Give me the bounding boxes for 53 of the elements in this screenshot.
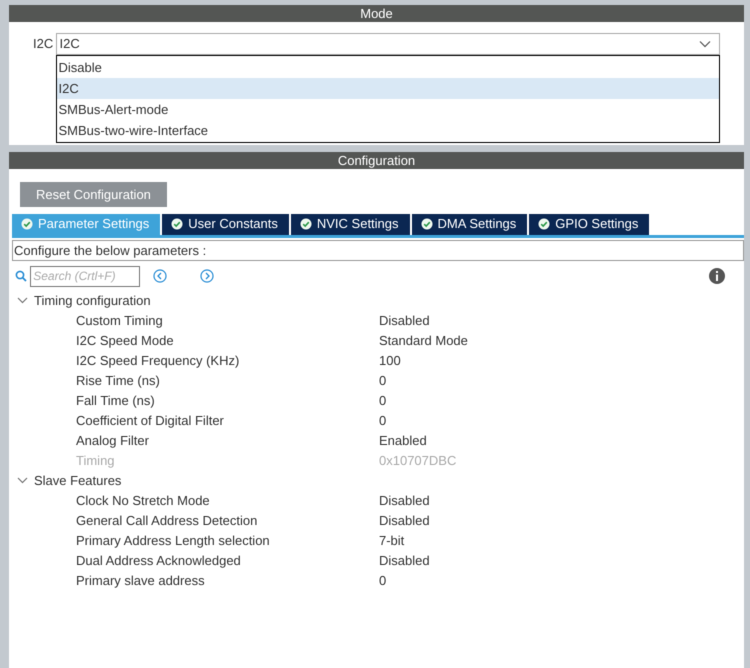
parameter-value[interactable]: Disabled	[379, 550, 430, 570]
parameter-value[interactable]: Disabled	[379, 310, 430, 330]
panel-title: Mode	[9, 5, 744, 22]
dropdown-option[interactable]: SMBus-Alert-mode	[57, 99, 719, 120]
parameter-name: Custom Timing	[76, 312, 164, 330]
previous-icon[interactable]	[153, 269, 168, 283]
field-label: I2C	[33, 35, 54, 54]
parameter-name: Primary slave address	[76, 572, 206, 590]
search-field[interactable]: Search (Crtl+F)	[30, 266, 140, 286]
parameter-value[interactable]: 0	[379, 410, 386, 430]
parameter-name: General Call Address Detection	[76, 512, 258, 530]
parameter-value[interactable]: 7-bit	[379, 530, 404, 550]
next-icon[interactable]	[200, 269, 214, 283]
parameter-value[interactable]: 100	[379, 350, 401, 370]
group-label[interactable]: Slave Features	[34, 470, 122, 490]
chevron-icon[interactable]	[17, 477, 28, 484]
parameter-name: I2C Speed Mode	[76, 332, 175, 350]
parameter-name: Primary Address Length selection	[76, 532, 271, 550]
parameter-name: Dual Address Acknowledged	[76, 552, 242, 570]
parameter-name: Fall Time (ns)	[76, 392, 156, 410]
parameter-name: Rise Time (ns)	[76, 372, 161, 390]
dropdown-option[interactable]: Disable	[57, 57, 719, 78]
tab[interactable]: NVIC Settings	[290, 214, 410, 234]
parameter-name: I2C Speed Frequency (KHz)	[76, 352, 240, 370]
parameter-value[interactable]: 0	[379, 390, 386, 410]
panel-title: Configuration	[9, 152, 744, 169]
search-icon	[15, 270, 27, 282]
check-icon	[420, 218, 433, 230]
description-text: Configure the below parameters :	[12, 240, 744, 260]
check-icon	[171, 218, 184, 230]
info-icon[interactable]	[709, 268, 725, 284]
group-label[interactable]: Timing configuration	[34, 290, 151, 310]
check-icon	[21, 218, 33, 230]
tab[interactable]: DMA Settings	[412, 214, 528, 234]
parameter-name: Clock No Stretch Mode	[76, 492, 211, 510]
parameter-value[interactable]: 0	[379, 370, 386, 390]
parameter-value[interactable]: Disabled	[379, 490, 430, 510]
chevron-icon[interactable]	[17, 297, 28, 304]
check-icon	[300, 218, 312, 230]
tab[interactable]: GPIO Settings	[529, 214, 650, 234]
caret-icon	[699, 40, 711, 48]
dropdown-option[interactable]: SMBus-two-wire-Interface	[57, 120, 719, 141]
check-icon	[538, 218, 550, 230]
parameter-name: Coefficient of Digital Filter	[76, 412, 225, 430]
parameter-name: Timing	[76, 452, 116, 470]
parameter-name: Analog Filter	[76, 432, 150, 450]
parameter-value[interactable]: 0	[379, 570, 386, 590]
parameter-value[interactable]: Enabled	[379, 430, 427, 450]
parameter-value[interactable]: Disabled	[379, 510, 430, 530]
parameter-value[interactable]: Standard Mode	[379, 330, 468, 350]
mode-dropdown[interactable]: I2C	[56, 33, 720, 55]
dropdown-option[interactable]: I2C	[57, 78, 719, 99]
tab[interactable]: User Constants	[162, 214, 289, 234]
